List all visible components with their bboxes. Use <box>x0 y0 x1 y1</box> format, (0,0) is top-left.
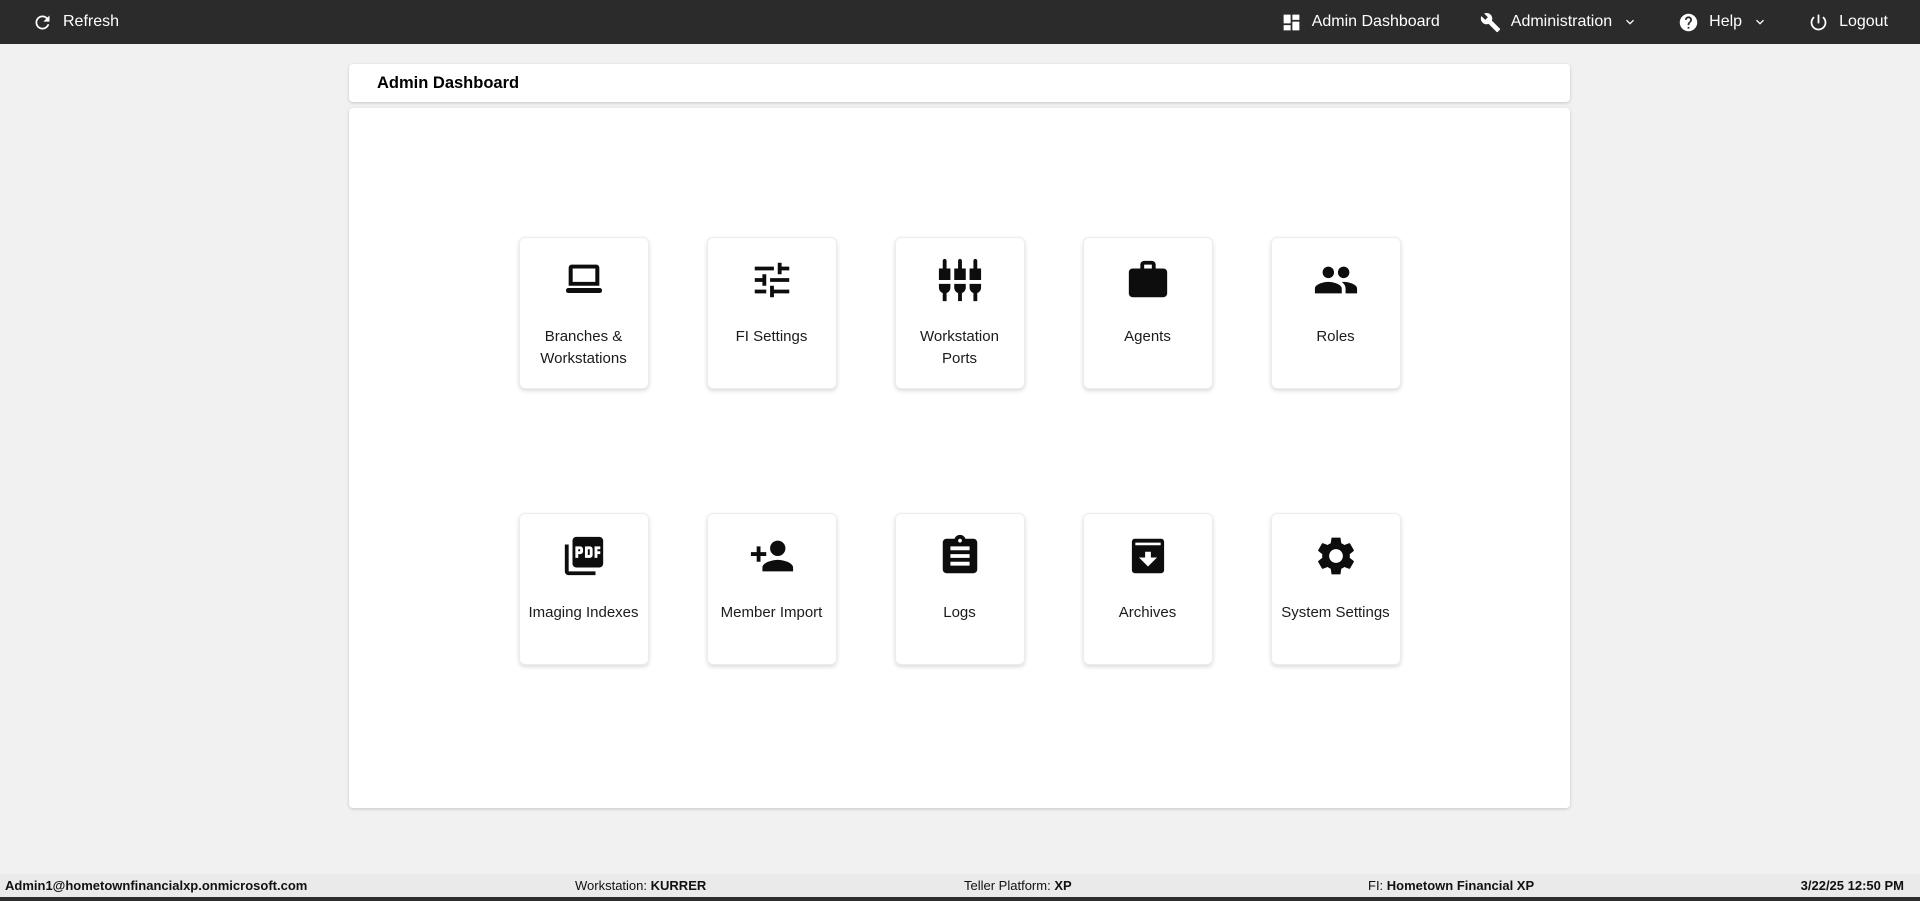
tile-agents[interactable]: Agents <box>1082 237 1213 389</box>
gear-icon <box>1313 514 1359 579</box>
tile-label: Member Import <box>720 604 823 621</box>
nav-help[interactable]: Help <box>1678 12 1768 33</box>
topbar-nav: Admin Dashboard Administration Help Logo… <box>1281 12 1888 33</box>
ports-icon <box>937 238 983 303</box>
status-bar: Admin1@hometownfinancialxp.onmicrosoft.c… <box>0 874 1920 897</box>
nav-label: Logout <box>1839 13 1888 30</box>
tile-label: Branches & Workstations <box>540 328 627 367</box>
status-platform-value: XP <box>1054 878 1072 893</box>
power-icon <box>1808 12 1829 33</box>
page-title: Admin Dashboard <box>377 73 520 92</box>
tile-label: Roles <box>1316 328 1355 345</box>
tile-workstation-ports[interactable]: Workstation Ports <box>894 237 1025 389</box>
tile-row-2: Imaging Indexes Member Import Logs Archi… <box>349 389 1570 665</box>
help-icon <box>1678 12 1699 33</box>
refresh-label: Refresh <box>63 13 120 30</box>
status-fi: FI: Hometown Financial XP <box>1368 874 1534 897</box>
status-teller-platform: Teller Platform: XP <box>964 874 1072 897</box>
tile-label: Agents <box>1124 328 1171 345</box>
status-user-email: Admin1@hometownfinancialxp.onmicrosoft.c… <box>5 878 308 893</box>
nav-admin-dashboard[interactable]: Admin Dashboard <box>1281 12 1440 33</box>
tile-label: Workstation Ports <box>920 328 999 367</box>
tile-row-1: Branches & Workstations FI Settings Work… <box>349 108 1570 389</box>
logout-button[interactable]: Logout <box>1808 12 1888 33</box>
pdf-icon <box>561 514 607 579</box>
person-add-icon <box>749 514 795 579</box>
status-workstation: Workstation: KURRER <box>575 874 706 897</box>
tile-label: Logs <box>943 604 976 621</box>
sliders-icon <box>749 238 795 303</box>
tile-logs[interactable]: Logs <box>894 513 1025 665</box>
tile-fi-settings[interactable]: FI Settings <box>706 237 837 389</box>
people-icon <box>1313 238 1359 303</box>
top-menu-bar: Refresh Admin Dashboard Administration H… <box>0 0 1920 44</box>
tile-member-import[interactable]: Member Import <box>706 513 837 665</box>
tile-imaging-indexes[interactable]: Imaging Indexes <box>518 513 649 665</box>
status-workstation-value: KURRER <box>650 878 707 893</box>
tile-archives[interactable]: Archives <box>1082 513 1213 665</box>
window-bottom-edge <box>0 897 1920 901</box>
refresh-icon <box>32 12 53 33</box>
page-title-bar: Admin Dashboard <box>349 64 1570 102</box>
nav-administration[interactable]: Administration <box>1480 12 1638 33</box>
tile-label: Imaging Indexes <box>528 604 639 621</box>
status-platform-label: Teller Platform: <box>964 878 1051 893</box>
dashboard-panel: Branches & Workstations FI Settings Work… <box>349 108 1570 808</box>
clipboard-icon <box>937 514 983 579</box>
tile-system-settings[interactable]: System Settings <box>1270 513 1401 665</box>
status-fi-value: Hometown Financial XP <box>1386 878 1535 893</box>
refresh-button[interactable]: Refresh <box>32 12 119 33</box>
nav-label: Admin Dashboard <box>1311 13 1440 30</box>
chevron-down-icon <box>1752 14 1768 30</box>
nav-label: Help <box>1709 13 1743 30</box>
tile-branches-workstations[interactable]: Branches & Workstations <box>518 237 649 389</box>
status-timestamp: 3/22/25 12:50 PM <box>1800 878 1904 893</box>
wrench-icon <box>1480 12 1501 33</box>
tile-label: FI Settings <box>735 328 808 345</box>
status-fi-label: FI: <box>1368 878 1384 893</box>
tile-label: System Settings <box>1281 604 1390 621</box>
status-workstation-label: Workstation: <box>575 878 648 893</box>
briefcase-icon <box>1125 238 1171 303</box>
archive-icon <box>1125 514 1171 579</box>
laptop-icon <box>561 238 607 303</box>
tile-label: Archives <box>1118 604 1177 621</box>
nav-label: Administration <box>1510 13 1613 30</box>
tile-roles[interactable]: Roles <box>1270 237 1401 389</box>
chevron-down-icon <box>1622 14 1638 30</box>
dashboard-icon <box>1281 12 1302 33</box>
